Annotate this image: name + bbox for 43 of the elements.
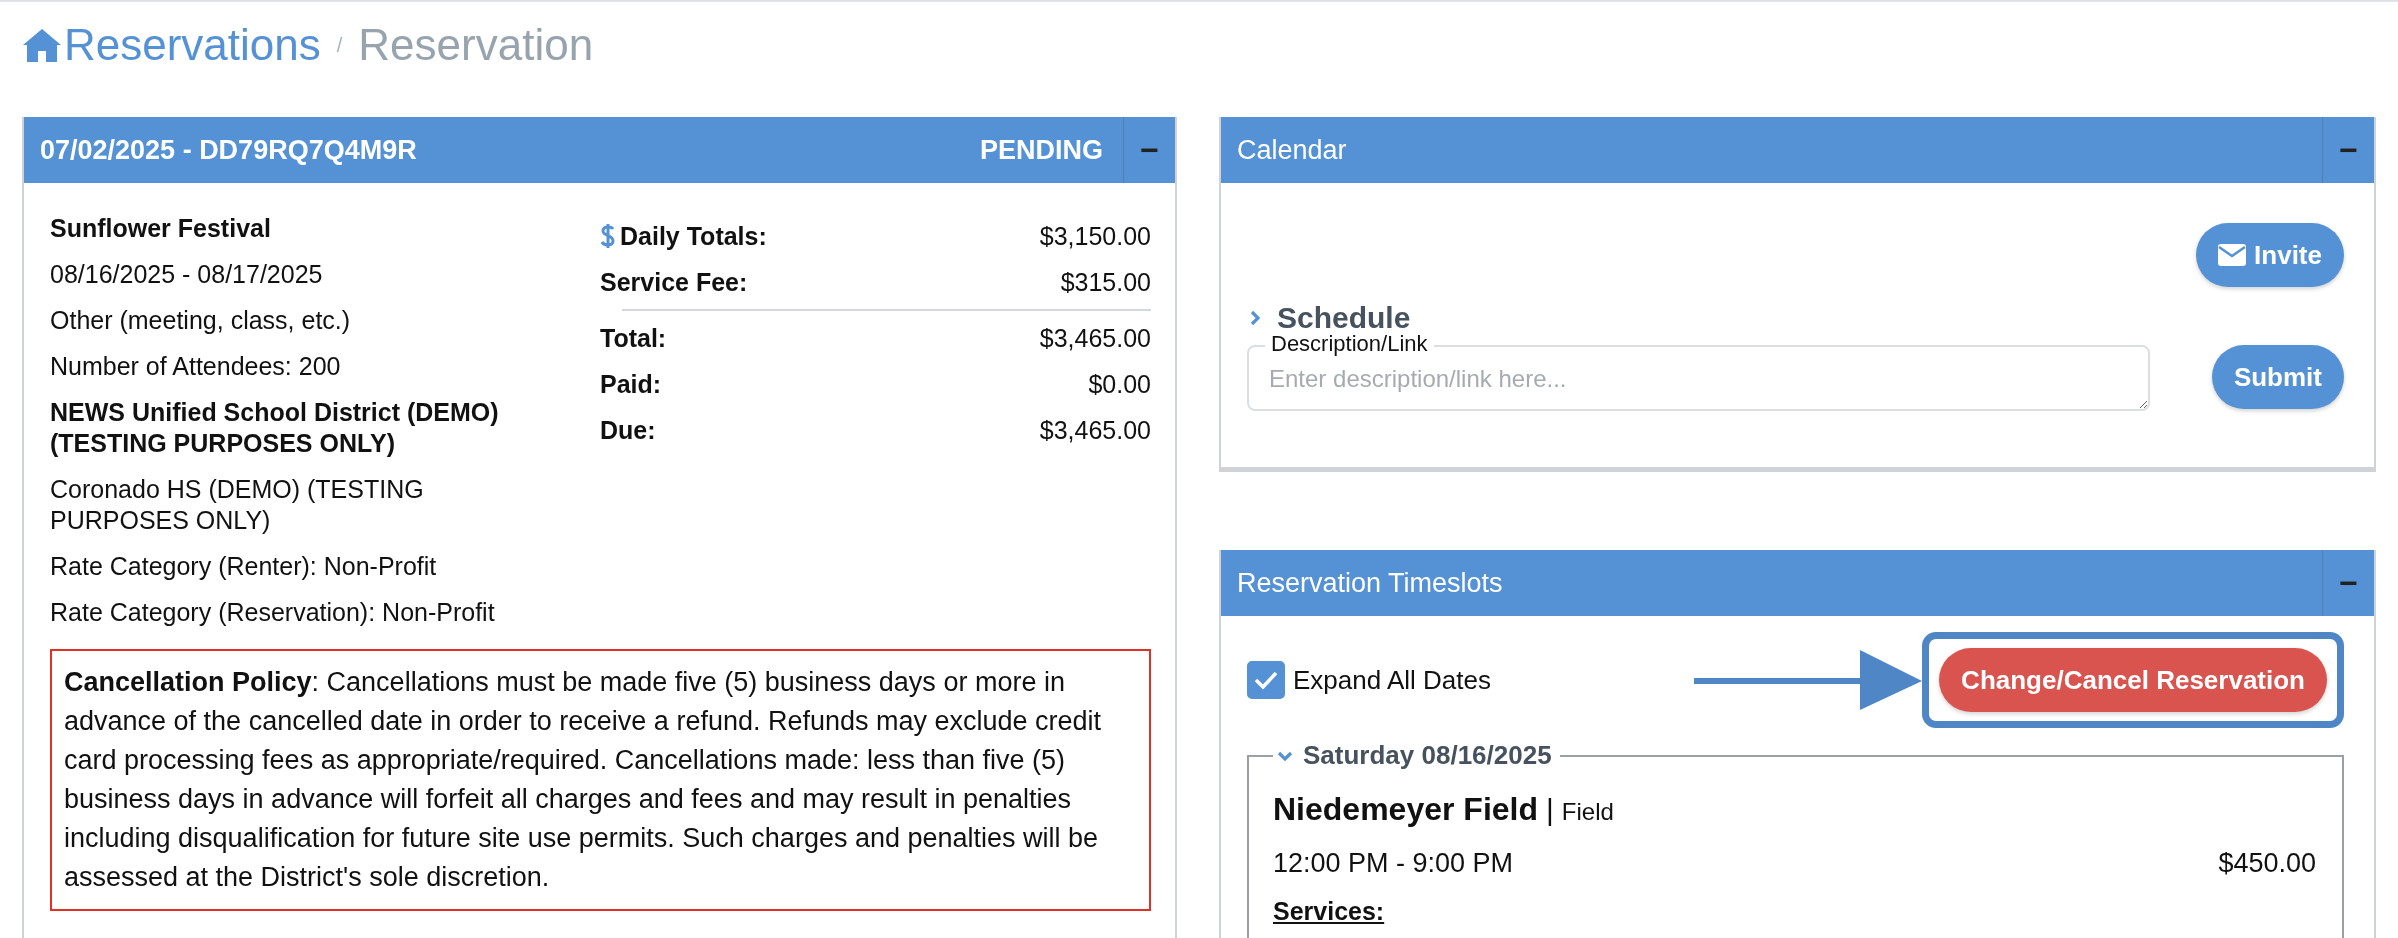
- detail-text: Sunflower Festival: [50, 213, 272, 244]
- total-label: Daily Totals:: [620, 221, 767, 251]
- total-label: Total:: [600, 323, 667, 353]
- total-value: $315.00: [1060, 267, 1151, 297]
- checkbox-label: Expand All Dates: [1293, 664, 1491, 696]
- facility-name: Niedemeyer Field: [1273, 791, 1538, 828]
- total-value: $3,150.00: [1039, 221, 1151, 251]
- breadcrumb-link[interactable]: Reservations: [22, 20, 321, 70]
- checkbox[interactable]: [1247, 661, 1285, 699]
- separator-text: |: [1546, 793, 1554, 827]
- detail-text: Other (meeting, class, etc.): [50, 305, 352, 336]
- day-toggle[interactable]: Saturday 08/16/2025: [1277, 740, 1552, 771]
- invite-button[interactable]: Invite: [2196, 223, 2344, 287]
- panel-title: Calendar: [1236, 133, 1348, 167]
- page-title: Reservation: [358, 20, 594, 70]
- detail-text: Rate Category (Reservation): Non-Profit: [50, 597, 496, 628]
- detail-text: Number of Attendees: 200: [50, 351, 342, 382]
- detail-text: Coronado HS (DEMO) (TESTING PURPOSES ONLY): [50, 474, 425, 536]
- total-label: Service Fee:: [600, 267, 748, 297]
- total-value: $3,465.00: [1039, 415, 1151, 445]
- detail-text: 08/16/2025 - 08/17/2025: [50, 259, 324, 290]
- submit-button[interactable]: Submit: [2211, 345, 2344, 409]
- price-text: $450.00: [2218, 848, 2316, 879]
- facility-type: Field: [1561, 798, 1614, 826]
- home-icon: [22, 27, 62, 63]
- time-range: 12:00 PM - 9:00 PM: [1273, 848, 1514, 879]
- detail-text: NEWS Unified School District (DEMO) (TESTING PURPOSES ONLY): [50, 397, 500, 459]
- change-cancel-button[interactable]: Change/Cancel Reservation: [1939, 648, 2327, 712]
- schedule-toggle[interactable]: Schedule: [1247, 301, 1411, 335]
- status-label: PENDING: [979, 133, 1104, 167]
- breadcrumb-separator: /: [336, 33, 343, 57]
- check-icon: [1254, 670, 1278, 690]
- field-label: Description/Link: [1265, 332, 1434, 356]
- envelope-icon: [2218, 244, 2247, 266]
- total-value: $0.00: [1088, 369, 1151, 399]
- total-label: Due:: [600, 415, 656, 445]
- cancellation-policy: Cancellation Policy: Cancellations must be made five (5) business days or more in advance of the cancelled date in order to receive a refund. Refunds may exclude credit card processing fees as appropriate/required. Cancellations made: less than five (5) business days in advance will forfeit all charges and fees and may result in penalties including disqualification for future site use permits. Such charges and penalties will be assessed at the District's sole discretion.: [50, 649, 1151, 911]
- total-label: Paid:: [600, 369, 662, 399]
- services-heading: Services:: [1273, 897, 1385, 926]
- detail-text: Rate Category (Renter): Non-Profit: [50, 551, 438, 582]
- panel-title: Reservation Timeslots: [1236, 566, 1504, 600]
- total-value: $3,465.00: [1039, 323, 1151, 353]
- reservation-title: 07/02/2025 - DD79RQ7Q4M9R: [39, 133, 418, 167]
